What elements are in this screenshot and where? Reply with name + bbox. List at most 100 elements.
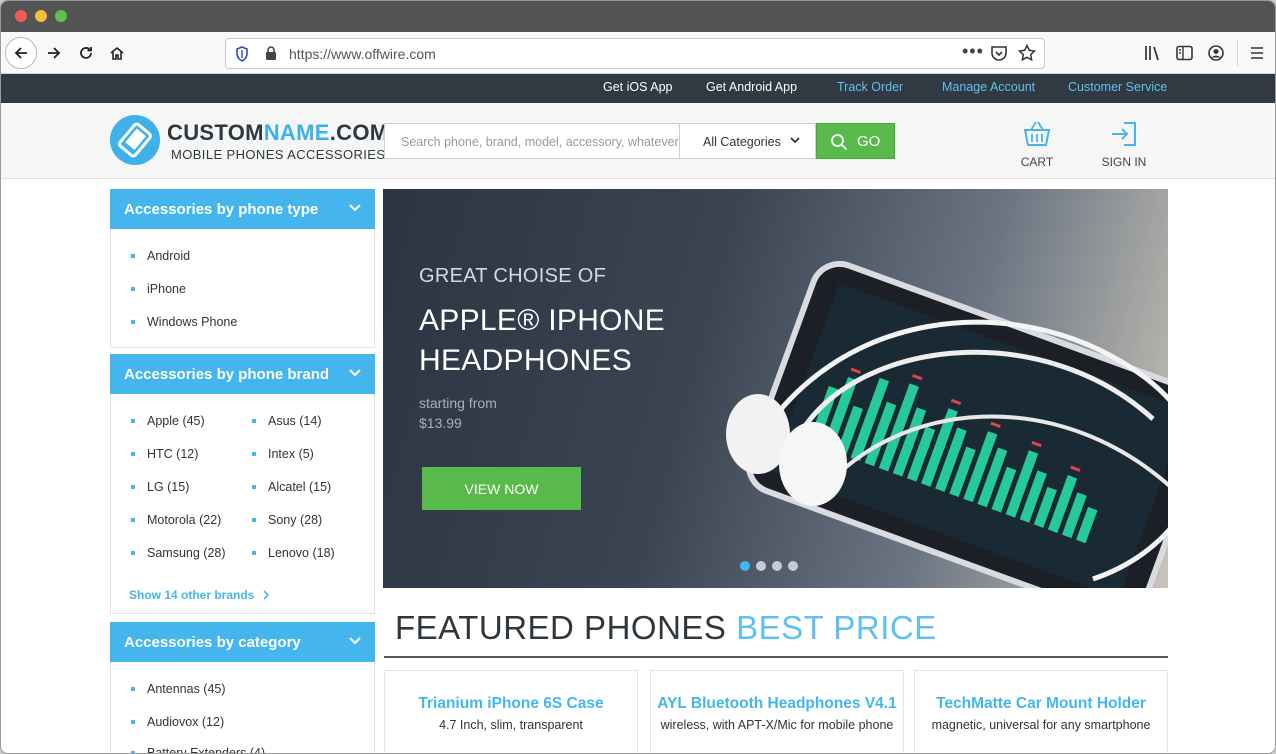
home-icon — [110, 46, 124, 60]
logo-text-suffix: .COM — [329, 120, 389, 145]
category-panel: Antennas (45) Audiovox (12) Battery Exte… — [110, 662, 375, 753]
site-top-bar: Get iOS App Get Android App Track Order … — [1, 74, 1275, 103]
sign-in-button[interactable]: SIGN IN — [1101, 119, 1147, 169]
product-name[interactable]: TechMatte Car Mount Holder — [915, 695, 1167, 713]
slider-dot-1[interactable] — [740, 561, 750, 571]
featured-divider — [384, 656, 1168, 658]
toolbar-divider — [1237, 40, 1238, 66]
customer-service-link[interactable]: Customer Service — [1068, 80, 1167, 94]
browser-window: https://www.offwire.com ••• Get iOS App … — [0, 0, 1276, 754]
back-button[interactable] — [5, 37, 37, 69]
cart-button[interactable]: CART — [1019, 119, 1055, 169]
featured-title: FEATURED PHONES BEST PRICE — [395, 609, 937, 647]
lock-icon — [266, 46, 276, 60]
sign-in-label: SIGN IN — [1101, 155, 1147, 169]
phone-type-item-windows-phone[interactable]: Windows Phone — [130, 315, 237, 329]
minimize-window-button[interactable] — [35, 10, 47, 22]
shield-icon — [236, 46, 248, 62]
slider-dot-4[interactable] — [788, 561, 798, 571]
logo-text-accent: NAME — [263, 120, 330, 145]
hero-subtitle: GREAT CHOISE OF — [419, 265, 607, 287]
brand-item[interactable]: Intex (5) — [252, 447, 314, 461]
address-bar[interactable]: https://www.offwire.com ••• — [225, 38, 1045, 69]
get-ios-app-link[interactable]: Get iOS App — [603, 80, 672, 94]
chevron-down-icon — [349, 369, 361, 377]
browser-toolbar: https://www.offwire.com ••• — [1, 32, 1275, 74]
product-name[interactable]: Trianium iPhone 6S Case — [385, 695, 637, 713]
arrow-left-icon — [14, 47, 27, 59]
chevron-down-icon — [349, 204, 361, 212]
product-name[interactable]: AYL Bluetooth Headphones V4.1 — [651, 695, 903, 713]
page-actions-icon[interactable]: ••• — [962, 41, 984, 62]
chevron-right-icon — [263, 590, 269, 600]
sidebar-icon[interactable] — [1176, 45, 1193, 61]
phone-brand-panel-title: Accessories by phone brand — [124, 366, 330, 383]
show-more-brands-link[interactable]: Show 14 other brands — [129, 588, 271, 602]
category-panel-title: Accessories by category — [124, 634, 301, 651]
search-input[interactable]: Search phone, brand, model, accessory, w… — [384, 123, 679, 159]
url-text: https://www.offwire.com — [289, 46, 436, 62]
brand-item[interactable]: Lenovo (18) — [252, 546, 335, 560]
go-label: GO — [857, 133, 881, 150]
arrow-right-icon — [48, 47, 61, 59]
category-panel-header[interactable]: Accessories by category — [110, 622, 375, 662]
chevron-down-icon — [349, 637, 361, 645]
brand-item[interactable]: Asus (14) — [252, 414, 322, 428]
bookmark-star-icon[interactable] — [1018, 44, 1036, 62]
product-desc: magnetic, universal for any smartphone — [931, 718, 1151, 732]
search-go-button[interactable]: GO — [816, 123, 895, 159]
library-icon[interactable] — [1144, 45, 1162, 61]
forward-button[interactable] — [39, 38, 69, 68]
phone-type-item-android[interactable]: Android — [130, 249, 190, 263]
pocket-icon[interactable] — [990, 45, 1008, 62]
account-icon[interactable] — [1208, 45, 1224, 61]
close-window-button[interactable] — [15, 10, 27, 22]
show-more-brands-label: Show 14 other brands — [129, 588, 255, 602]
manage-account-link[interactable]: Manage Account — [942, 80, 1035, 94]
category-select[interactable]: All Categories — [679, 123, 816, 159]
logo-text-main: CUSTOM — [167, 120, 264, 145]
brand-item[interactable]: Motorola (22) — [130, 513, 221, 527]
slider-dot-3[interactable] — [772, 561, 782, 571]
phone-type-item-iphone[interactable]: iPhone — [131, 282, 186, 296]
brand-item[interactable]: Sony (28) — [251, 513, 322, 527]
brand-item[interactable]: Samsung (28) — [131, 546, 226, 560]
search-icon — [831, 134, 848, 151]
brand-item[interactable]: HTC (12) — [130, 447, 198, 461]
logo-icon[interactable] — [110, 115, 160, 165]
category-select-value: All Categories — [703, 135, 781, 149]
view-now-button[interactable]: VIEW NOW — [422, 467, 581, 510]
featured-title-accent: BEST PRICE — [736, 609, 937, 646]
menu-icon[interactable] — [1250, 46, 1264, 60]
product-card[interactable]: AYL Bluetooth Headphones V4.1 wireless, … — [650, 670, 904, 753]
cart-label: CART — [1020, 155, 1054, 169]
hero-banner[interactable]: GREAT CHOISE OF APPLE® IPHONE HEADPHONES… — [383, 189, 1168, 588]
hero-price: $13.99 — [419, 415, 462, 431]
category-item[interactable]: Audiovox (12) — [130, 715, 224, 729]
title-bar — [1, 1, 1275, 32]
hero-from-label: starting from — [419, 395, 497, 411]
brand-item[interactable]: Alcatel (15) — [251, 480, 331, 494]
logo-text[interactable]: CUSTOMNAME.COM — [167, 120, 388, 146]
category-item[interactable]: Battery Extenders (4) — [130, 746, 265, 753]
hero-title: APPLE® IPHONE HEADPHONES — [419, 304, 666, 377]
track-order-link[interactable]: Track Order — [837, 80, 903, 94]
product-card[interactable]: TechMatte Car Mount Holder magnetic, uni… — [914, 670, 1168, 753]
phone-type-panel-header[interactable]: Accessories by phone type — [110, 189, 375, 229]
slider-dot-2[interactable] — [756, 561, 766, 571]
phone-type-panel-title: Accessories by phone type — [124, 201, 319, 218]
phone-brand-panel: Apple (45) Asus (14) HTC (12) Intex (5) … — [110, 394, 375, 614]
product-desc: wireless, with APT-X/Mic for mobile phon… — [660, 718, 894, 732]
phone-type-panel: Android iPhone Windows Phone — [110, 229, 375, 348]
brand-item[interactable]: Apple (45) — [131, 414, 205, 428]
maximize-window-button[interactable] — [55, 10, 67, 22]
get-android-app-link[interactable]: Get Android App — [706, 80, 797, 94]
sign-in-icon — [1112, 122, 1136, 146]
reload-button[interactable] — [71, 38, 101, 68]
home-button[interactable] — [102, 38, 132, 68]
brand-item[interactable]: LG (15) — [130, 480, 189, 494]
phone-brand-panel-header[interactable]: Accessories by phone brand — [110, 354, 375, 394]
category-item[interactable]: Antennas (45) — [131, 682, 226, 696]
product-card[interactable]: Trianium iPhone 6S Case 4.7 Inch, slim, … — [384, 670, 638, 753]
featured-title-main: FEATURED PHONES — [395, 609, 727, 646]
